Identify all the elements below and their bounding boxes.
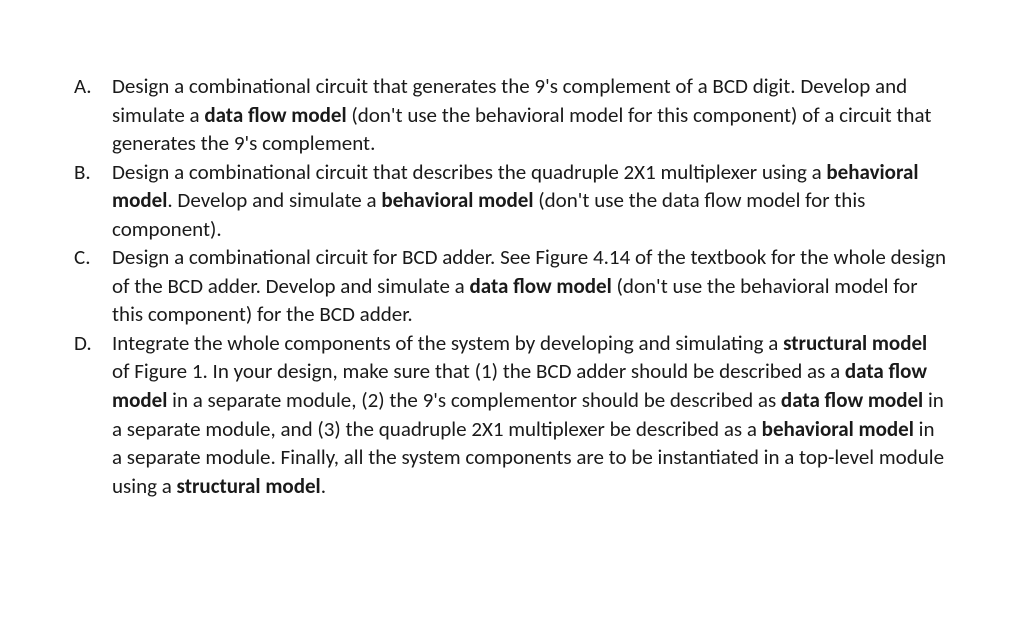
list-item-c: C. Design a combinational circuit for BC… [68,243,949,329]
text-span: . [321,473,326,499]
ordered-list: A. Design a combinational circuit that g… [68,72,949,500]
list-marker: A. [68,72,112,101]
list-body: Design a combinational circuit that desc… [112,158,949,244]
text-span: of Figure 1. In your design, make sure t… [112,358,845,384]
list-body: Design a combinational circuit for BCD a… [112,243,949,329]
text-span: in a separate module, (2) the 9's comple… [167,387,781,413]
bold-span: data flow model [204,102,346,128]
list-body: Design a combinational circuit that gene… [112,72,949,158]
text-span: . Develop and simulate a [167,187,381,213]
bold-span: structural model [177,473,321,499]
list-marker: C. [68,243,112,272]
bold-span: behavioral model [381,187,533,213]
list-item-b: B. Design a combinational circuit that d… [68,158,949,244]
list-marker: B. [68,158,112,187]
list-item-a: A. Design a combinational circuit that g… [68,72,949,158]
text-span: Integrate the whole components of the sy… [112,330,783,356]
bold-span: behavioral model [762,416,914,442]
bold-span: structural model [783,330,927,356]
document-page: A. Design a combinational circuit that g… [0,0,1017,540]
list-item-d: D. Integrate the whole components of the… [68,329,949,500]
list-body: Integrate the whole components of the sy… [112,329,949,500]
bold-span: data flow model [781,387,923,413]
text-span: Design a combinational circuit that desc… [112,159,826,185]
bold-span: data flow model [470,273,612,299]
list-marker: D. [68,329,112,358]
